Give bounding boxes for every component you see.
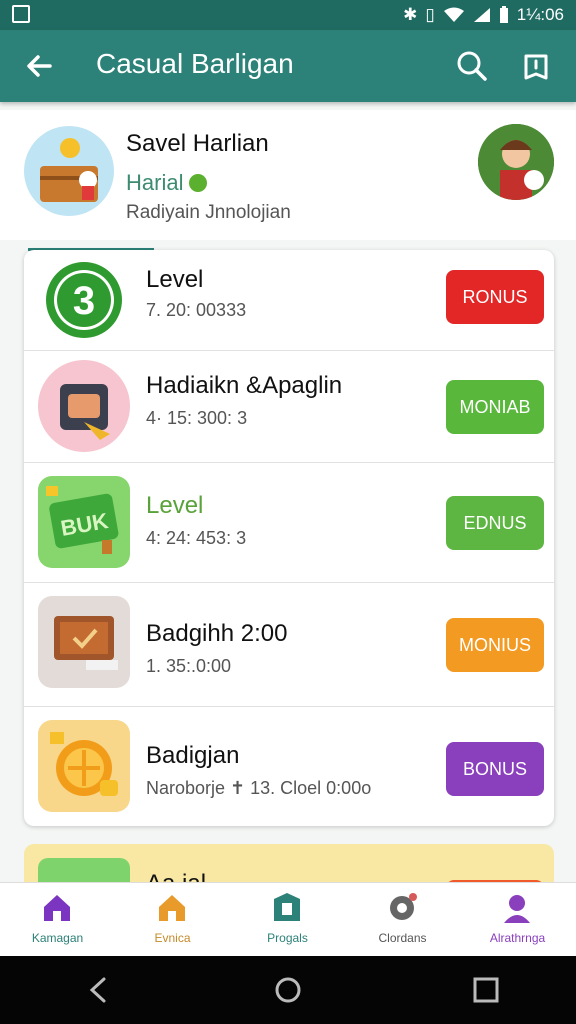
profile-description: Radiyain Jnnolojian [126,202,291,223]
verified-icon [189,174,208,192]
profile-subtitle-text: Harial [126,170,184,195]
nav-back-icon[interactable] [84,976,112,1004]
vibrate-icon: ▯ [425,5,435,24]
bonus-button[interactable]: MONIUS [446,618,544,672]
character-avatar-icon [478,124,554,200]
row-subtitle: 7. 20: 00333 [146,300,247,320]
back-arrow-icon[interactable] [22,48,58,84]
notification-icon [12,5,30,23]
row-subtitle: Naroborje ✝ 13. Cloel 0:00o [146,778,372,798]
row-title: Hadiaikn &Apaglin [146,372,343,399]
nav-label: Kamagan [31,931,84,945]
home-icon [44,895,70,921]
house-icon [159,895,185,921]
nav-label: Evnica [154,931,191,945]
bonus-button[interactable]: MONIAB [446,380,544,434]
battery-icon [499,6,508,23]
nav-recents-icon[interactable] [472,976,500,1004]
crate-icon [38,596,130,688]
nav-label: Clordans [378,931,427,945]
row-title: Level [146,492,204,519]
list-item[interactable]: Hadiaikn &Apaglin 4· 15: 300: 3 MONIAB [24,350,554,463]
bonus-button[interactable]: BONUS [446,742,544,796]
nav-item-alrathrnga[interactable]: Alrathrnga [460,883,575,957]
row-subtitle: 4: 24: 453: 3 [146,528,247,548]
search-icon[interactable] [454,48,490,84]
status-icons: ✱ ▯ 1¼:06 [403,5,564,25]
nav-item-progals[interactable]: Progals [230,883,345,957]
nav-home-icon[interactable] [274,976,302,1004]
level-icon: 3 [38,254,130,346]
user-avatar[interactable] [478,124,554,200]
bonus-button[interactable]: RONUS [446,270,544,324]
ticket-icon: BUK [38,476,130,568]
row-title: Level [146,266,204,293]
list-item[interactable]: Badgihh 2:00 1. 35:.0:00 MONIUS [24,582,554,707]
nav-item-evnica[interactable]: Evnica [115,883,230,957]
bag-icon [38,360,130,452]
share-icon[interactable] [518,48,554,84]
profile-subtitle: Harial [126,170,208,196]
rewards-list: 3 Level 7. 20: 00333 RONUS Hadiaikn &Apa… [24,250,554,826]
clock: 1¼:06 [516,5,564,24]
coin-icon [38,720,130,812]
profile-header: Savel Harlian Harial Radiyain Jnnolojian [0,110,576,240]
nav-item-clordans[interactable]: Clordans [345,883,460,957]
list-item[interactable]: BUK Level 4: 24: 453: 3 EDNUS [24,462,554,583]
app-bar: Casual Barligan [0,30,576,102]
nav-label: Progals [267,931,308,945]
row-subtitle: 1. 35:.0:00 [146,656,232,676]
trophy-icon [274,893,300,921]
page-title: Casual Barligan [96,48,294,79]
row-title: Badigjan [146,742,240,769]
signal-icon [473,8,490,22]
bottom-nav: Kamagan Evnica Progals Clordans Alrathrn… [0,882,576,957]
person-icon [504,895,530,923]
wifi-icon [443,7,464,22]
level-number: 3 [73,279,95,323]
status-bar: ✱ ▯ 1¼:06 [0,0,576,30]
list-item[interactable]: Badigjan Naroborje ✝ 13. Cloel 0:00o BON… [24,706,554,826]
game-avatar-icon [40,138,98,202]
row-title: Badgihh 2:00 [146,620,288,647]
avatar[interactable] [24,126,114,216]
list-item[interactable]: 3 Level 7. 20: 00333 RONUS [24,250,554,351]
bluetooth-icon: ✱ [403,5,418,24]
bonus-button[interactable]: EDNUS [446,496,544,550]
nav-label: Alrathrnga [489,931,546,945]
row-subtitle: 4· 15: 300: 3 [146,408,248,428]
system-nav-bar [0,956,576,1024]
nav-item-kamagan[interactable]: Kamagan [0,883,115,957]
gear-icon [390,893,417,920]
profile-name: Savel Harlian [126,130,269,157]
